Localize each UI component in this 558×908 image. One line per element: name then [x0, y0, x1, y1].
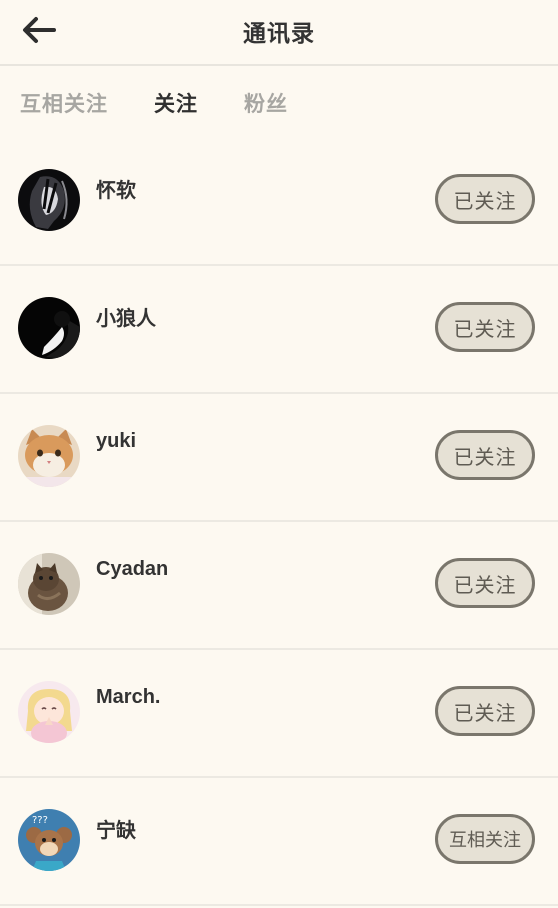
contact-row[interactable]: 小狼人 已关注 [0, 266, 558, 394]
mutual-follow-button[interactable]: 互相关注 [435, 814, 535, 864]
contact-row[interactable]: Cyadan 已关注 [0, 522, 558, 650]
follow-status-button[interactable]: 已关注 [435, 430, 535, 480]
tab-mutual-follow[interactable]: 互相关注 [20, 88, 108, 118]
svg-text:???: ??? [32, 815, 48, 826]
tab-bar: 互相关注 关注 粉丝 [0, 66, 558, 138]
contact-name: yuki [96, 430, 137, 452]
follow-status-button[interactable]: 已关注 [435, 174, 535, 224]
avatar[interactable] [18, 297, 80, 359]
page-title: 通讯录 [243, 21, 315, 47]
contact-name: March. [96, 686, 161, 708]
avatar[interactable] [18, 553, 80, 615]
tab-following[interactable]: 关注 [154, 88, 198, 118]
contact-row[interactable]: yuki 已关注 [0, 394, 558, 522]
follow-status-button[interactable]: 已关注 [435, 302, 535, 352]
avatar[interactable]: ??? [18, 809, 80, 871]
contact-row[interactable]: 怀软 已关注 [0, 138, 558, 266]
avatar[interactable] [18, 425, 80, 487]
avatar[interactable] [18, 169, 80, 231]
contact-name: 宁缺 [96, 820, 136, 842]
follow-status-button[interactable]: 已关注 [435, 558, 535, 608]
contact-row[interactable]: ??? 宁缺 互相关注 [0, 778, 558, 906]
contact-name: 小狼人 [96, 308, 156, 330]
contact-name: 怀软 [96, 180, 136, 202]
contact-name: Cyadan [96, 558, 169, 580]
contact-list: 怀软 已关注 小狼人 已关注 yuki 已关注 Cyadan 已关注 March… [0, 138, 558, 906]
avatar[interactable] [18, 681, 80, 743]
tab-fans[interactable]: 粉丝 [244, 88, 288, 118]
follow-status-button[interactable]: 已关注 [435, 686, 535, 736]
contact-row[interactable]: March. 已关注 [0, 650, 558, 778]
top-bar: 通讯录 [0, 0, 558, 66]
